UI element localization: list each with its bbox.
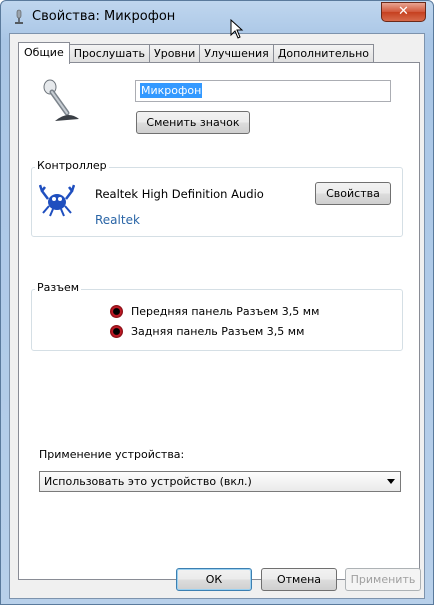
- device-usage-label: Применение устройства:: [39, 448, 185, 461]
- device-usage-select[interactable]: Использовать это устройство (вкл.): [39, 471, 401, 492]
- properties-window: Свойства: Микрофон ✕ Общие Прослушать Ур…: [0, 0, 434, 605]
- general-tab-page: Микрофон Сменить значок Контроллер Realt…: [18, 62, 420, 580]
- realtek-crab-icon: [39, 184, 75, 217]
- apply-button[interactable]: Применить: [345, 568, 421, 591]
- microphone-icon: [43, 79, 79, 121]
- close-icon: ✕: [398, 4, 409, 19]
- tab-advanced[interactable]: Дополнительно: [272, 44, 375, 63]
- device-name-input[interactable]: Микрофон: [135, 80, 391, 102]
- tab-levels[interactable]: Уровни: [149, 44, 201, 63]
- tab-general[interactable]: Общие: [18, 42, 70, 64]
- tab-strip: Общие Прослушать Уровни Улучшения Дополн…: [18, 42, 375, 64]
- title-bar[interactable]: Свойства: Микрофон ✕: [1, 1, 433, 35]
- controller-device-label: Realtek High Definition Audio: [95, 187, 264, 201]
- jack-group-label: Разъем: [35, 281, 82, 294]
- ok-button[interactable]: ОК: [176, 568, 252, 591]
- cancel-button[interactable]: Отмена: [261, 568, 337, 591]
- realtek-link[interactable]: Realtek: [95, 213, 140, 227]
- tab-enhancements[interactable]: Улучшения: [199, 44, 274, 63]
- microphone-icon: [15, 9, 23, 24]
- jack-rear-label: Задняя панель Разъем 3,5 мм: [131, 325, 305, 338]
- audio-jack-icon: [110, 305, 123, 318]
- window-title: Свойства: Микрофон: [32, 9, 176, 24]
- tab-listen[interactable]: Прослушать: [68, 44, 151, 63]
- controller-group-label: Контроллер: [35, 159, 109, 172]
- mouse-cursor-icon: [230, 19, 244, 39]
- close-button[interactable]: ✕: [381, 2, 426, 22]
- chevron-down-icon: [387, 479, 395, 484]
- device-usage-value: Использовать это устройство (вкл.): [44, 475, 252, 488]
- change-icon-button[interactable]: Сменить значок: [136, 111, 250, 134]
- controller-properties-button[interactable]: Свойства: [315, 182, 391, 205]
- audio-jack-icon: [110, 325, 123, 338]
- jack-front-label: Передняя панель Разъем 3,5 мм: [131, 305, 320, 318]
- jack-group: [31, 289, 403, 351]
- dialog-client: Общие Прослушать Уровни Улучшения Дополн…: [9, 33, 425, 599]
- device-name-value: Микрофон: [140, 83, 203, 98]
